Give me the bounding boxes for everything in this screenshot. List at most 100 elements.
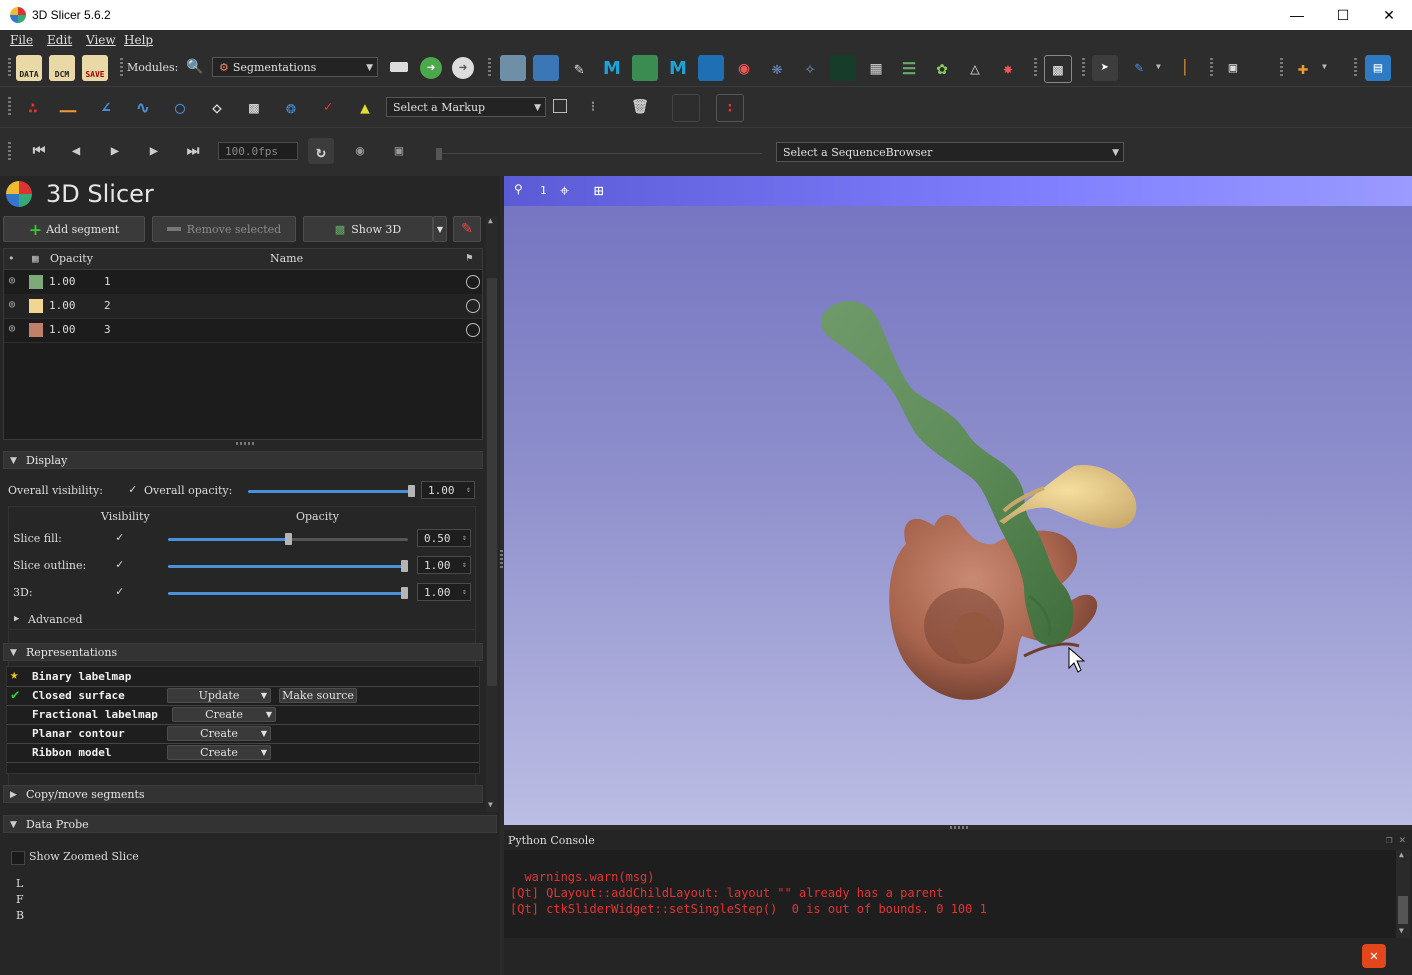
menu-view[interactable]: View bbox=[86, 33, 116, 47]
turtle-icon[interactable]: ❋ bbox=[764, 55, 790, 81]
panel-scrollbar[interactable]: ▲ ▼ bbox=[486, 216, 498, 812]
scroll-down-icon[interactable]: ▼ bbox=[488, 800, 493, 809]
overall-visibility-checkbox[interactable]: ✓ bbox=[129, 483, 140, 495]
toolbar-grip[interactable] bbox=[1280, 58, 1283, 78]
scrollbar-thumb[interactable] bbox=[1398, 896, 1408, 924]
make-source-button[interactable]: Make source bbox=[279, 688, 357, 703]
scrollbar-thumb[interactable] bbox=[487, 278, 497, 686]
fiducial-points-icon[interactable]: ∴ bbox=[20, 94, 46, 120]
last-frame-icon[interactable]: ⏭ bbox=[180, 138, 206, 164]
editor-pen-icon[interactable]: ✎ bbox=[566, 55, 592, 81]
forward-arrow-icon[interactable]: ➜ bbox=[452, 57, 474, 79]
first-frame-icon[interactable]: ⏮ bbox=[26, 138, 52, 164]
error-notification-icon[interactable]: ✕ bbox=[1362, 944, 1386, 968]
toolbar-grip[interactable] bbox=[1082, 58, 1085, 78]
line-markup-icon[interactable]: ⎼ bbox=[55, 94, 81, 120]
name-col-header[interactable]: Name bbox=[270, 252, 303, 265]
segment-color-swatch[interactable] bbox=[29, 275, 43, 289]
segment-color-swatch[interactable] bbox=[29, 323, 43, 337]
segment-opacity[interactable]: 1.00 bbox=[49, 275, 76, 288]
layout-panel-icon[interactable]: ▤ bbox=[1365, 55, 1391, 81]
create-button[interactable]: Create ▼ bbox=[172, 707, 276, 722]
chevron-down-icon[interactable]: ▼ bbox=[261, 748, 267, 757]
eye-icon[interactable]: ◎ bbox=[9, 323, 15, 334]
toolbar-grip[interactable] bbox=[120, 58, 123, 78]
center-view-icon[interactable]: ⌖ bbox=[560, 181, 569, 201]
pen-markup-icon[interactable]: ✓ bbox=[315, 94, 341, 120]
show-zoomed-slice-checkbox[interactable] bbox=[11, 851, 25, 865]
cube-grid-icon[interactable]: ▦ bbox=[863, 55, 889, 81]
horizontal-splitter-handle[interactable] bbox=[950, 826, 968, 829]
segment-status-icon[interactable] bbox=[466, 323, 480, 337]
close-console-icon[interactable]: ✕ bbox=[1399, 833, 1406, 846]
place-mode-icon[interactable]: ✎ bbox=[1126, 55, 1152, 81]
update-button[interactable]: Update ▼ bbox=[167, 688, 271, 703]
organ-icon[interactable]: ✿ bbox=[929, 55, 955, 81]
chevron-down-icon[interactable]: ▼ bbox=[261, 729, 267, 738]
mesh-icon[interactable]: △ bbox=[962, 55, 988, 81]
slice-outline-slider[interactable] bbox=[168, 560, 408, 572]
segment-editor-icon[interactable]: ✎ bbox=[453, 216, 481, 242]
markup-selector[interactable]: Select a Markup ▼ bbox=[386, 97, 546, 117]
segment-name[interactable]: 1 bbox=[104, 275, 111, 288]
sequence-slider-handle[interactable] bbox=[436, 148, 442, 160]
crosshair-toggle-icon[interactable]: │ bbox=[1172, 55, 1198, 81]
terminal-icon[interactable] bbox=[830, 55, 856, 81]
copy-move-section-header[interactable]: ▶ Copy/move segments bbox=[3, 785, 483, 803]
overall-opacity-spinbox[interactable]: 1.00 ⇕ bbox=[421, 481, 475, 499]
console-scrollbar[interactable]: ▲ ▼ bbox=[1396, 850, 1410, 938]
segment-color-swatch[interactable] bbox=[29, 299, 43, 313]
loop-icon[interactable]: ↻ bbox=[308, 138, 334, 164]
crosshair-icon[interactable]: ✚ bbox=[1290, 55, 1316, 81]
pin-icon[interactable]: ⚲ bbox=[514, 182, 523, 196]
3d-render-canvas[interactable] bbox=[504, 176, 1412, 825]
3d-view[interactable] bbox=[504, 176, 1412, 825]
menu-file[interactable]: File bbox=[10, 33, 33, 47]
slice-fill-handle[interactable] bbox=[284, 533, 292, 545]
opacity-col-header[interactable]: Opacity bbox=[50, 252, 93, 265]
display-section-header[interactable]: ▼ Display bbox=[3, 451, 483, 469]
toolbar-grip[interactable] bbox=[8, 58, 11, 78]
snapshot-camera-icon[interactable]: ▣ bbox=[386, 138, 412, 164]
create-button[interactable]: Create ▼ bbox=[167, 726, 271, 741]
3d-opacity-spinbox[interactable]: 1.00 ⇕ bbox=[417, 583, 471, 601]
table-row[interactable]: ◎ 1.00 3 bbox=[4, 318, 482, 343]
layout-grid-icon[interactable]: ⊞ bbox=[594, 181, 604, 200]
scroll-down-icon[interactable]: ▼ bbox=[1399, 926, 1404, 935]
spin-arrows-icon[interactable]: ⇕ bbox=[462, 556, 467, 574]
angle-markup-icon[interactable]: ∠ bbox=[93, 94, 119, 120]
markup-options-icon[interactable] bbox=[672, 94, 700, 122]
console-output[interactable]: warnings.warn(msg) [Qt] QLayout::addChil… bbox=[504, 850, 1396, 938]
nodes-icon[interactable]: ✸ bbox=[995, 55, 1021, 81]
radial-icon[interactable]: ◉ bbox=[731, 55, 757, 81]
volume-module-icon[interactable] bbox=[632, 55, 658, 81]
minimize-button[interactable]: — bbox=[1274, 0, 1320, 30]
maximize-button[interactable]: ☐ bbox=[1320, 0, 1366, 30]
network-markup-icon[interactable]: ❂ bbox=[278, 94, 304, 120]
curve-markup-icon[interactable]: ∿ bbox=[130, 94, 156, 120]
module-selector[interactable]: ⚙ Segmentations ▼ bbox=[212, 57, 378, 77]
batch-dicom-icon[interactable] bbox=[698, 55, 724, 81]
3d-opacity-handle[interactable] bbox=[401, 587, 408, 599]
toolbar-grip[interactable] bbox=[1210, 58, 1213, 78]
markups-m-icon[interactable]: M bbox=[599, 55, 625, 81]
advanced-section-header[interactable]: ▶ Advanced bbox=[8, 613, 476, 630]
chevron-down-icon[interactable]: ▼ bbox=[1156, 62, 1161, 71]
pointer-mode-icon[interactable]: ➤ bbox=[1092, 55, 1118, 81]
segment-name[interactable]: 3 bbox=[104, 323, 111, 336]
vertical-splitter-handle[interactable] bbox=[500, 550, 503, 568]
save-button[interactable]: SAVE bbox=[82, 55, 108, 81]
data-module-icon[interactable] bbox=[533, 55, 559, 81]
spin-arrows-icon[interactable]: ⇕ bbox=[462, 529, 467, 547]
show-3d-button[interactable]: ▩ Show 3D bbox=[303, 216, 433, 242]
chevron-down-icon[interactable]: ▼ bbox=[1322, 62, 1327, 71]
module-search-icon[interactable]: 🔍 bbox=[186, 59, 203, 75]
data-probe-section-header[interactable]: ▼ Data Probe bbox=[3, 815, 497, 833]
fps-spinbox[interactable]: 100.0fps bbox=[218, 142, 298, 160]
roi-markup-icon[interactable]: ▩ bbox=[241, 94, 267, 120]
segment-status-icon[interactable] bbox=[466, 299, 480, 313]
toolbar-grip[interactable] bbox=[1034, 58, 1037, 78]
welcome-module-icon[interactable] bbox=[500, 55, 526, 81]
add-segment-button[interactable]: + Add segment bbox=[3, 216, 145, 242]
toolbar-grip[interactable] bbox=[488, 58, 491, 78]
